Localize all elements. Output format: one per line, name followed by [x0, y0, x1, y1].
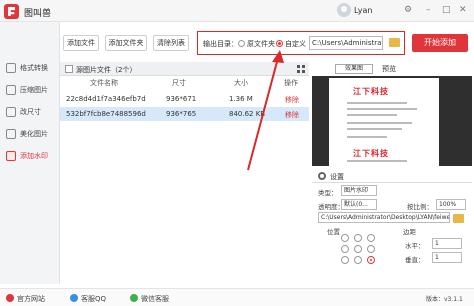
qq-icon — [70, 294, 78, 302]
website-link[interactable]: 官方网站 — [17, 294, 45, 304]
wechat-icon — [130, 294, 138, 302]
wechat-link[interactable]: 微信客服 — [141, 294, 169, 304]
status-bar: 官方网站 客服QQ 微信客服 版本：v3.1.1 — [0, 288, 474, 306]
version-label: 版本：v3.1.1 — [426, 296, 463, 303]
annotation-arrow — [247, 50, 284, 171]
qq-link[interactable]: 客服QQ — [81, 294, 106, 304]
website-icon — [6, 294, 14, 302]
